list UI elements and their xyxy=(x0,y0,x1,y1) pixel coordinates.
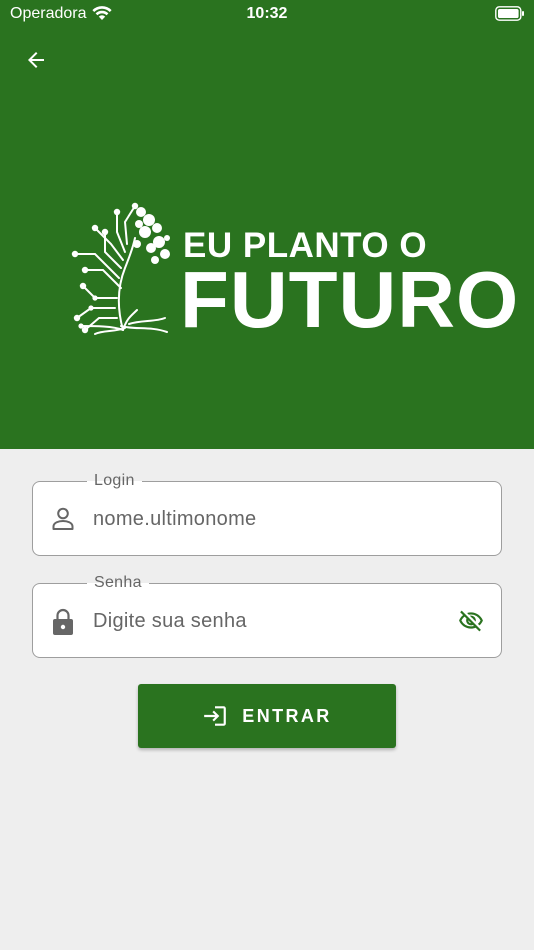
login-icon xyxy=(202,703,228,729)
lock-icon xyxy=(51,608,75,641)
password-input[interactable] xyxy=(93,606,433,636)
header-banner: Operadora 10:32 EU PLANTO O FUTURO xyxy=(0,0,534,449)
login-label: Login xyxy=(87,470,142,492)
person-icon xyxy=(51,506,75,537)
battery-icon xyxy=(495,6,525,27)
app-logo: EU PLANTO O FUTURO xyxy=(55,198,518,340)
password-label: Senha xyxy=(87,572,149,594)
eye-off-icon[interactable] xyxy=(457,608,485,639)
login-input[interactable] xyxy=(93,504,433,534)
back-button[interactable] xyxy=(18,44,54,80)
login-button-label: ENTRAR xyxy=(242,705,332,726)
logo-text-main: FUTURO xyxy=(180,255,520,344)
status-bar: Operadora 10:32 xyxy=(0,0,534,28)
login-screen: Operadora 10:32 EU PLANTO O FUTURO Login… xyxy=(0,0,534,950)
login-button[interactable]: ENTRAR xyxy=(138,684,396,748)
tree-circuit-icon xyxy=(55,198,179,345)
login-field[interactable]: Login xyxy=(32,470,502,556)
arrow-left-icon xyxy=(24,48,48,77)
password-field[interactable]: Senha xyxy=(32,572,502,658)
clock: 10:32 xyxy=(246,5,288,22)
